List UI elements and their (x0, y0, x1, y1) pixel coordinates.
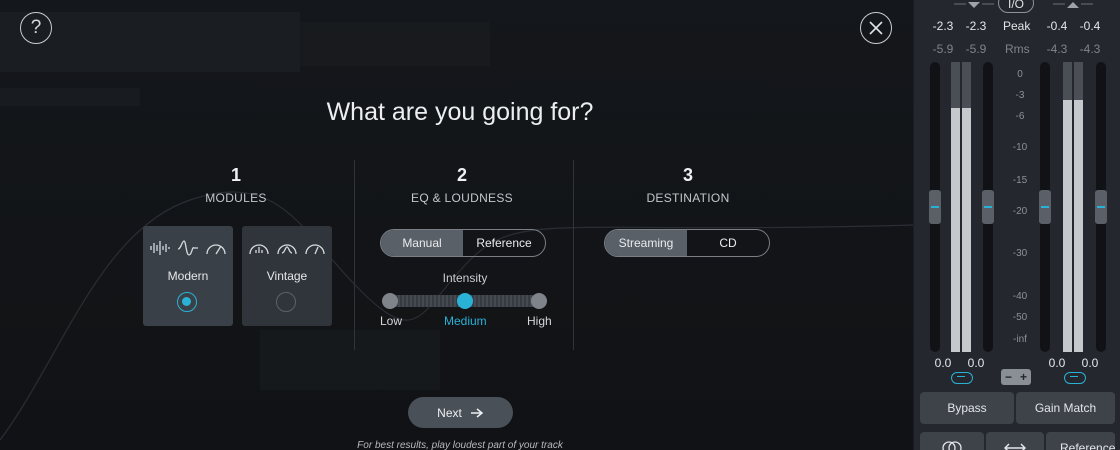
input-link-icon[interactable] (951, 372, 973, 384)
column-divider (573, 160, 574, 350)
close-icon (869, 21, 883, 35)
input-collapse-icon[interactable] (954, 0, 994, 10)
input-gain-l[interactable]: 0.0 (928, 356, 958, 370)
waveform-icon (150, 241, 170, 255)
next-button[interactable]: Next (408, 397, 513, 428)
input-peak-r: -2.3 (965, 19, 987, 33)
output-peak-l: -0.4 (1046, 19, 1068, 33)
output-meter-r-fill (1074, 100, 1083, 352)
input-peak-l: -2.3 (932, 19, 954, 33)
swap-arrows-icon (1004, 443, 1026, 450)
module-card-modern[interactable]: Modern (143, 226, 233, 326)
plus-minus-button[interactable]: − + (1001, 369, 1031, 385)
input-meter-r (962, 62, 971, 352)
background-plugin-ghost (0, 12, 913, 441)
hint-text: For best results, play loudest part of y… (357, 440, 563, 450)
destination-cd-button[interactable]: CD (687, 230, 769, 256)
output-peak-r: -0.4 (1079, 19, 1101, 33)
io-badge[interactable]: I/O (998, 0, 1034, 13)
gauge-icon (206, 244, 226, 255)
io-panel: I/O -2.3 -2.3 Peak -0.4 -0.4 -5.9 -5.9 R… (913, 0, 1120, 450)
input-meter-l (951, 62, 960, 352)
column-divider (354, 160, 355, 350)
step-number: 1 (230, 165, 241, 185)
scale-label: -15 (1012, 175, 1028, 186)
input-meter-r-fill (962, 108, 971, 352)
transient-icon (177, 240, 198, 256)
vintage-tape-icon (249, 244, 269, 255)
intensity-knob-high[interactable] (531, 293, 547, 309)
plus-icon[interactable]: + (1016, 369, 1031, 385)
output-rms-l: -4.3 (1046, 42, 1068, 56)
intensity-knob-low[interactable] (382, 293, 398, 309)
input-meter-l-fill (951, 108, 960, 352)
reference-label: Reference (1060, 441, 1116, 450)
step-title: EQ & LOUDNESS (411, 191, 513, 205)
scale-label: -30 (1012, 248, 1028, 259)
help-button[interactable]: ? (20, 12, 52, 44)
input-fader-l-handle[interactable] (929, 190, 941, 224)
rms-label: Rms (1005, 42, 1030, 56)
intensity-low-label: Low (380, 314, 403, 328)
output-meter-l-fill (1063, 100, 1072, 352)
help-icon: ? (30, 17, 42, 38)
intensity-medium-label: Medium (444, 314, 487, 328)
scale-label: -6 (1015, 111, 1025, 122)
intensity-knob-medium[interactable] (457, 293, 473, 309)
output-fader-r-handle[interactable] (1095, 190, 1107, 224)
swap-channels-button[interactable] (986, 432, 1044, 450)
input-gain-r[interactable]: 0.0 (961, 356, 991, 370)
module-label: Vintage (266, 269, 308, 283)
arrow-right-icon (470, 407, 484, 418)
scale-label: -inf (1013, 334, 1027, 345)
input-rms-r: -5.9 (965, 42, 987, 56)
scale-label: -20 (1012, 206, 1028, 217)
scale-label: -40 (1012, 291, 1028, 302)
vintage-eq-icon (277, 244, 297, 255)
bypass-button[interactable]: Bypass (920, 392, 1014, 424)
eq-mode-toggle: Manual Reference (380, 229, 546, 257)
input-fader-r-handle[interactable] (982, 190, 994, 224)
input-rms-l: -5.9 (932, 42, 954, 56)
dialog-heading: What are you going for? (326, 98, 594, 126)
scale-label: -10 (1012, 142, 1028, 153)
output-collapse-icon[interactable] (1053, 0, 1093, 10)
scale-label: 0 (1017, 69, 1023, 80)
minus-icon[interactable]: − (1001, 369, 1016, 385)
stereo-circles-icon (942, 441, 962, 450)
peak-label: Peak (1003, 19, 1031, 33)
step-title: DESTINATION (646, 191, 730, 205)
step-number: 2 (456, 165, 467, 185)
module-icons (242, 240, 332, 256)
output-rms-r: -4.3 (1079, 42, 1101, 56)
destination-streaming-button[interactable]: Streaming (605, 230, 687, 256)
output-meter-l (1063, 62, 1072, 352)
gain-match-button[interactable]: Gain Match (1016, 392, 1115, 424)
eq-mode-reference-button[interactable]: Reference (463, 230, 545, 256)
module-card-vintage[interactable]: Vintage (242, 226, 332, 326)
output-fader-l-handle[interactable] (1039, 190, 1051, 224)
close-button[interactable] (860, 12, 892, 44)
module-radio-modern[interactable] (177, 292, 197, 312)
module-icons (143, 240, 233, 256)
scale-label: -3 (1015, 90, 1025, 101)
module-label: Modern (167, 269, 209, 283)
assistant-overlay: ? What are you going for? 1 MODULES Mode… (0, 0, 913, 450)
intensity-high-label: High (527, 314, 552, 328)
output-gain-r[interactable]: 0.0 (1075, 356, 1105, 370)
mono-button[interactable] (920, 432, 984, 450)
output-gain-l[interactable]: 0.0 (1042, 356, 1072, 370)
reference-button[interactable]: Reference (1046, 432, 1115, 450)
eq-mode-manual-button[interactable]: Manual (381, 230, 463, 256)
intensity-label: Intensity (442, 271, 488, 285)
output-link-icon[interactable] (1064, 372, 1086, 384)
step-number: 3 (682, 165, 693, 185)
vintage-limiter-icon (305, 244, 325, 255)
destination-toggle: Streaming CD (604, 229, 770, 257)
step-title: MODULES (205, 191, 267, 205)
next-label: Next (437, 405, 462, 420)
scale-label: -50 (1012, 312, 1028, 323)
module-radio-vintage[interactable] (276, 292, 296, 312)
output-meter-r (1074, 62, 1083, 352)
